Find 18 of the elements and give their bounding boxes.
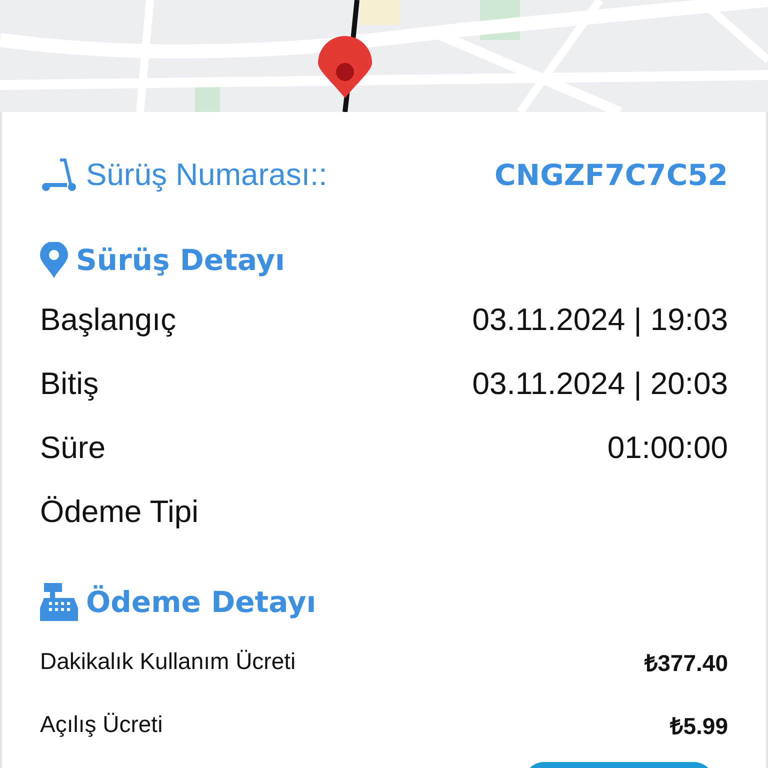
detail-label: Başlangıç: [40, 302, 176, 338]
ride-number-value: CNGZF7C7C52: [494, 158, 728, 192]
detail-label: Süre: [40, 430, 106, 466]
cash-register-icon: [40, 583, 78, 621]
scooter-icon: [40, 158, 78, 192]
detail-value: 03.11.2024 | 19:03: [472, 302, 728, 338]
section-title: Ödeme Detayı: [86, 585, 316, 619]
detail-label: Ödeme Tipi: [40, 494, 199, 530]
location-pin-icon: [40, 242, 68, 278]
fee-amount: ₺5.99: [670, 712, 728, 740]
ride-number-label: Sürüş Numarası::: [86, 157, 328, 193]
detail-value: 03.11.2024 | 20:03: [472, 366, 728, 402]
fee-label: Dakikalık Kullanım Ücreti: [40, 648, 296, 675]
section-title: Sürüş Detayı: [76, 243, 285, 277]
fee-amount: ₺377.40: [644, 648, 728, 678]
fee-label: Açılış Ücreti: [40, 711, 163, 738]
detail-label: Bitiş: [40, 366, 99, 402]
detail-value: 01:00:00: [607, 430, 728, 466]
